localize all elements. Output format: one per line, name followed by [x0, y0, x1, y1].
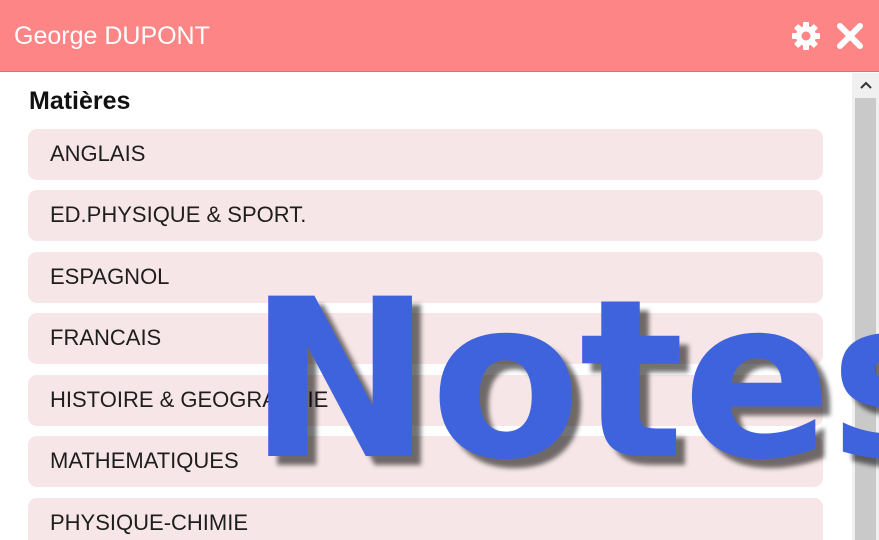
subject-item-physique-chimie[interactable]: PHYSIQUE-CHIMIE: [28, 498, 823, 540]
subject-item-mathematiques[interactable]: MATHEMATIQUES: [28, 436, 823, 487]
subject-label: ED.PHYSIQUE & SPORT.: [50, 202, 307, 227]
title-bar: George DUPONT: [0, 0, 879, 72]
subject-item-espagnol[interactable]: ESPAGNOL: [28, 252, 823, 303]
subject-item-histoire-geographie[interactable]: HISTOIRE & GEOGRAPHIE: [28, 375, 823, 426]
subject-label: MATHEMATIQUES: [50, 448, 239, 473]
section-title: Matières: [29, 87, 131, 115]
scroll-thumb[interactable]: [855, 98, 876, 540]
subject-label: FRANCAIS: [50, 325, 162, 350]
app-window: George DUPONT Matières ANGLAIS ED.PHYSIQ…: [0, 0, 879, 540]
close-icon: [837, 23, 863, 49]
subject-label: ANGLAIS: [50, 141, 146, 166]
subject-item-anglais[interactable]: ANGLAIS: [28, 129, 823, 180]
subject-item-ed-physique-sport[interactable]: ED.PHYSIQUE & SPORT.: [28, 190, 823, 241]
subject-label: PHYSIQUE-CHIMIE: [50, 510, 249, 535]
subject-item-francais[interactable]: FRANCAIS: [28, 313, 823, 364]
chevron-up-icon: [859, 81, 872, 89]
vertical-scrollbar[interactable]: [852, 73, 879, 540]
settings-button[interactable]: [790, 20, 822, 52]
subjects-panel: Matières ANGLAIS ED.PHYSIQUE & SPORT. ES…: [0, 73, 852, 540]
subject-label: ESPAGNOL: [50, 264, 170, 289]
subject-label: HISTOIRE & GEOGRAPHIE: [50, 387, 329, 412]
scroll-up-button[interactable]: [852, 73, 879, 97]
window-title: George DUPONT: [14, 22, 210, 50]
close-button[interactable]: [834, 20, 866, 52]
gear-icon: [792, 22, 820, 50]
